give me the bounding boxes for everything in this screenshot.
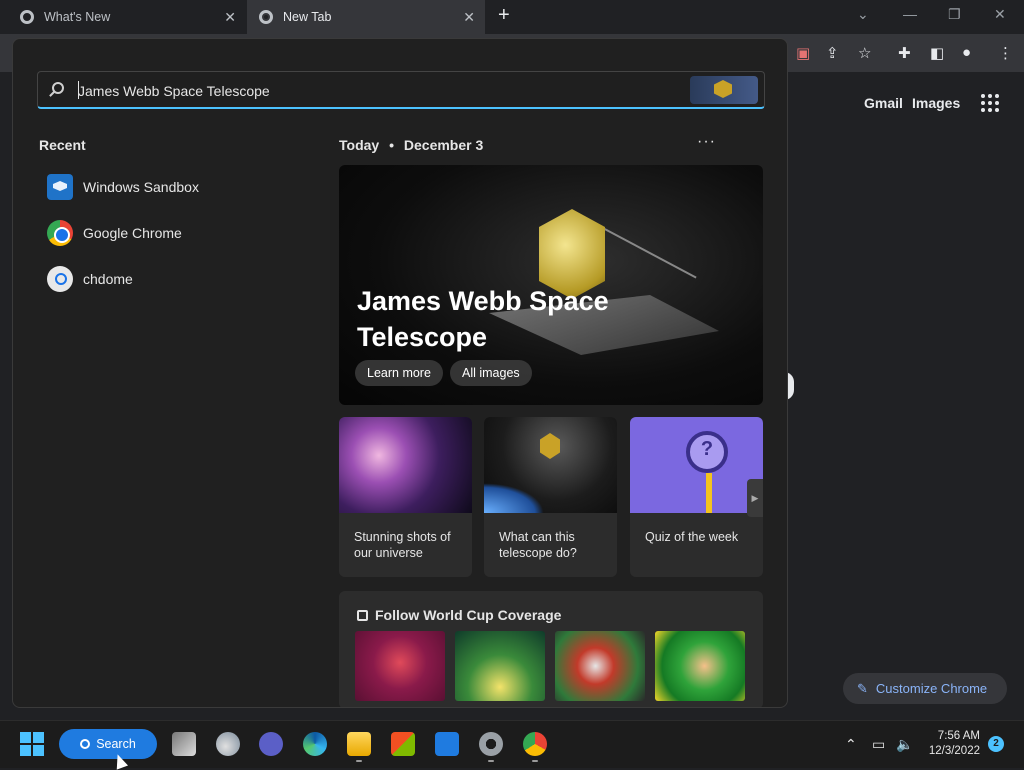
tab-label: New Tab xyxy=(283,10,332,24)
telescope-image xyxy=(484,417,617,513)
start-button[interactable] xyxy=(20,732,44,756)
world-cup-heading: Follow World Cup Coverage xyxy=(357,607,561,623)
world-cup-thumbnail[interactable] xyxy=(355,631,445,701)
hero-title: James Webb Space Telescope xyxy=(357,286,609,352)
settings-gear-icon[interactable] xyxy=(479,732,503,756)
system-clock[interactable]: 7:56 AM 12/3/2022 xyxy=(920,729,980,759)
learn-more-button[interactable]: Learn more xyxy=(355,360,443,386)
world-cup-thumbnail[interactable] xyxy=(655,631,745,701)
telescope-strut-image xyxy=(598,225,697,279)
card-stunning-shots[interactable]: Stunning shots of our universe xyxy=(339,417,472,577)
recent-item-label: Google Chrome xyxy=(83,225,182,241)
running-indicator xyxy=(356,760,362,762)
chrome-icon xyxy=(47,220,73,246)
card-caption: What can this telescope do? xyxy=(499,530,577,560)
quiz-image xyxy=(630,417,763,513)
news-icon xyxy=(357,609,368,621)
hero-card[interactable]: James Webb Space Telescope Learn more Al… xyxy=(339,165,763,405)
search-query-text: James Webb Space Telescope xyxy=(78,83,270,99)
edge-icon[interactable] xyxy=(303,732,327,756)
pencil-icon: ✎ xyxy=(857,680,868,696)
all-images-button[interactable]: All images xyxy=(450,360,532,386)
world-cup-thumbnail[interactable] xyxy=(455,631,545,701)
recent-item-label: chdome xyxy=(83,271,133,287)
new-tab-button[interactable]: + xyxy=(498,4,510,27)
share-icon[interactable]: ⇪ xyxy=(826,44,839,62)
star-icon[interactable]: ☆ xyxy=(858,44,871,62)
customize-chrome-button[interactable]: ✎ Customize Chrome xyxy=(843,673,1007,704)
volume-icon[interactable]: 🔈 xyxy=(896,736,913,753)
search-input[interactable]: James Webb Space Telescope xyxy=(37,71,765,109)
card-caption: Quiz of the week xyxy=(645,530,739,544)
taskbar-search-button[interactable]: Search xyxy=(59,729,157,759)
recent-item-windows-sandbox[interactable]: Windows Sandbox xyxy=(47,173,199,201)
close-tab-icon[interactable]: ✕ xyxy=(224,9,236,26)
extension-blocked-icon[interactable]: ▣ xyxy=(796,44,810,62)
running-indicator xyxy=(532,760,538,762)
close-tab-icon[interactable]: ✕ xyxy=(463,9,475,26)
kebab-menu-icon[interactable]: ⋮ xyxy=(998,44,1013,62)
card-caption: Stunning shots of our universe xyxy=(354,530,451,560)
chrome-favicon-icon xyxy=(259,10,273,24)
gmail-link[interactable]: Gmail xyxy=(864,95,903,111)
recent-item-label: Windows Sandbox xyxy=(83,179,199,195)
show-hidden-icons-chevron-icon[interactable]: ⌃ xyxy=(845,736,857,753)
world-cup-thumbnail[interactable] xyxy=(555,631,645,701)
tab-strip: What's New ✕ New Tab ✕ + ⌄ — ❐ ✕ xyxy=(0,0,1024,34)
images-link[interactable]: Images xyxy=(912,95,960,111)
search-result-icon xyxy=(47,266,73,292)
notification-badge[interactable]: 2 xyxy=(988,736,1004,752)
network-icon[interactable]: ▭ xyxy=(872,736,885,753)
side-panel-icon[interactable]: ◧ xyxy=(930,44,944,62)
world-cup-card[interactable]: Follow World Cup Coverage xyxy=(339,591,763,707)
sandbox-icon xyxy=(47,174,73,200)
search-icon xyxy=(52,82,64,94)
chrome-taskbar-icon[interactable] xyxy=(523,732,547,756)
date-label: December 3 xyxy=(403,137,484,153)
search-icon xyxy=(80,739,91,749)
next-arrow-icon[interactable]: ▶ xyxy=(747,479,763,517)
file-explorer-icon[interactable] xyxy=(347,732,371,756)
today-heading: Today • December 3 xyxy=(339,137,483,153)
more-options-icon[interactable]: ··· xyxy=(697,133,716,151)
recent-item-google-chrome[interactable]: Google Chrome xyxy=(47,219,182,247)
tab-whats-new[interactable]: What's New ✕ xyxy=(8,0,246,34)
microsoft-store-icon[interactable] xyxy=(391,732,415,756)
restore-icon[interactable]: ❐ xyxy=(948,6,961,23)
close-window-icon[interactable]: ✕ xyxy=(994,6,1006,23)
taskbar-search-label: Search xyxy=(96,737,136,751)
task-view-icon[interactable] xyxy=(172,732,196,756)
puzzle-icon[interactable]: ✚ xyxy=(898,44,911,62)
card-telescope[interactable]: What can this telescope do? xyxy=(484,417,617,577)
windows-search-panel: James Webb Space Telescope Recent Window… xyxy=(12,38,788,708)
profile-icon[interactable]: ● xyxy=(962,44,971,61)
today-label: Today xyxy=(339,137,380,153)
card-quiz[interactable]: Quiz of the week xyxy=(630,417,763,577)
recent-heading: Recent xyxy=(39,137,86,153)
chrome-favicon-icon xyxy=(20,10,34,24)
customize-label: Customize Chrome xyxy=(875,681,988,696)
recent-item-chdome[interactable]: chdome xyxy=(47,265,133,293)
tab-new-tab[interactable]: New Tab ✕ xyxy=(247,0,485,34)
mail-icon[interactable] xyxy=(435,732,459,756)
apps-grid-icon[interactable] xyxy=(981,94,999,112)
world-cup-title: Follow World Cup Coverage xyxy=(375,607,562,623)
nebula-image xyxy=(339,417,472,513)
minimize-icon[interactable]: — xyxy=(903,6,917,22)
clock-date: 12/3/2022 xyxy=(928,745,980,757)
separator-dot: • xyxy=(389,137,394,153)
clock-time: 7:56 AM xyxy=(937,730,980,742)
running-indicator xyxy=(488,760,494,762)
tab-label: What's New xyxy=(44,10,111,24)
teams-chat-icon[interactable] xyxy=(259,732,283,756)
tab-search-chevron-icon[interactable]: ⌄ xyxy=(857,6,869,23)
search-highlight-telescope-icon[interactable] xyxy=(690,76,758,104)
widgets-weather-icon[interactable] xyxy=(216,732,240,756)
